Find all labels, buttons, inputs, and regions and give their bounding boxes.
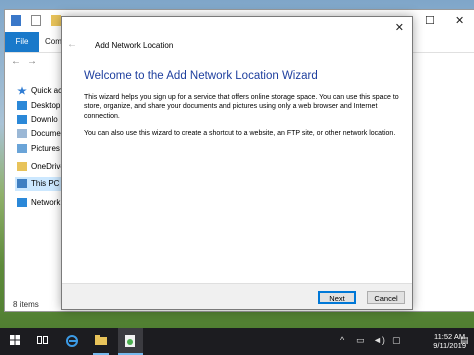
network-tray-icon[interactable]: ▭ <box>356 335 365 346</box>
task-view-glyph-icon <box>37 336 48 344</box>
download-icon <box>17 115 27 125</box>
notifications-icon[interactable]: ▤ <box>460 335 469 346</box>
sidebar-item-label: Docume <box>31 129 61 138</box>
folder-glyph-icon <box>95 335 107 345</box>
taskbar: ^ ▭ ◄) ▢ 11:52 AM 9/11/2019 ▤ <box>0 328 474 355</box>
pc-icon <box>17 179 27 189</box>
task-view-icon[interactable] <box>37 335 48 348</box>
wizard-paragraph-1: This wizard helps you sign up for a serv… <box>84 94 399 120</box>
maximize-button[interactable]: ☐ <box>425 14 435 27</box>
pictures-icon <box>17 144 27 154</box>
close-button[interactable]: ✕ <box>455 14 464 27</box>
sidebar-item-label: Downlo <box>31 115 58 124</box>
properties-icon[interactable] <box>11 15 21 26</box>
close-icon[interactable]: ✕ <box>395 21 404 34</box>
windows-logo-icon <box>10 335 20 345</box>
edge-browser-icon[interactable] <box>66 335 78 350</box>
tab-file[interactable]: File <box>5 32 39 52</box>
sidebar-item-label: Pictures <box>31 144 60 153</box>
wizard-app-icon[interactable] <box>124 335 136 350</box>
start-windows-icon[interactable] <box>10 335 20 348</box>
volume-icon[interactable]: ◄) <box>373 335 385 345</box>
wizard-description: This wizard helps you sign up for a serv… <box>84 93 404 147</box>
sidebar-item-label: This PC <box>31 179 60 188</box>
dialog-title: Add Network Location <box>95 41 174 50</box>
checklist-icon[interactable] <box>31 15 41 26</box>
folder-icon[interactable] <box>51 15 61 26</box>
language-icon[interactable]: ▢ <box>392 335 401 346</box>
back-arrow-icon[interactable]: ← <box>11 56 21 67</box>
desktop-icon <box>17 101 27 111</box>
edge-glyph-icon <box>66 335 78 347</box>
navigation-pane: Quick acc Desktop Downlo Docume Pictures… <box>5 74 77 297</box>
cloud-icon <box>17 162 27 172</box>
cancel-button[interactable]: Cancel <box>367 291 405 304</box>
next-button[interactable]: Next <box>318 291 356 304</box>
sidebar-item-label: Network <box>31 198 61 207</box>
star-icon <box>17 86 27 95</box>
add-network-location-dialog: ✕ ← Add Network Location Welcome to the … <box>61 16 413 310</box>
document-icon <box>17 129 27 139</box>
wizard-heading: Welcome to the Add Network Location Wiza… <box>84 70 318 82</box>
wizard-paragraph-2: You can also use this wizard to create a… <box>84 130 396 138</box>
network-icon <box>17 198 27 208</box>
status-bar-text: 8 items <box>13 300 39 309</box>
sidebar-item-label: OneDrive <box>31 162 65 171</box>
network-wizard-glyph-icon <box>125 335 135 347</box>
sidebar-item-label: Desktop <box>31 101 61 110</box>
back-arrow-icon[interactable]: ← <box>67 39 77 50</box>
tray-chevron-icon[interactable]: ^ <box>340 335 344 345</box>
dialog-footer: Next Cancel <box>62 283 412 309</box>
file-explorer-taskbar-icon[interactable] <box>95 335 107 348</box>
forward-arrow-icon[interactable]: → <box>27 56 37 67</box>
